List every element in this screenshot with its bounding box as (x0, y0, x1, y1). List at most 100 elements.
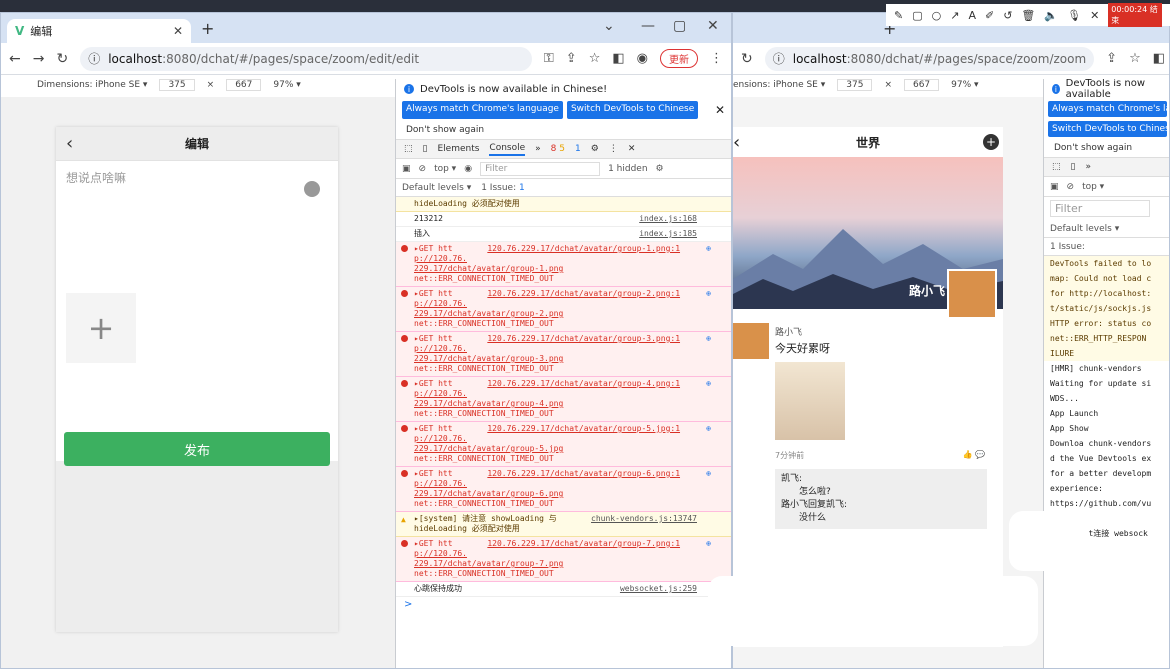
device-select[interactable]: ensions: iPhone SE ▾ (733, 80, 825, 90)
update-button[interactable]: 更新 (660, 49, 698, 68)
mic-icon[interactable]: 🎙 (1067, 9, 1081, 22)
context-select[interactable]: top ▾ (434, 164, 456, 174)
inspect-icon[interactable]: ⬚ (404, 144, 413, 154)
error-count[interactable]: 8 (551, 144, 557, 154)
comment-icon[interactable]: 💬 (975, 450, 985, 459)
address-bar-right[interactable]: ⓘ localhost:8080/dchat/#/pages/space/zoo… (764, 46, 1095, 71)
sidepanel-icon[interactable]: ◧ (1153, 51, 1165, 66)
post-avatar[interactable] (733, 323, 769, 359)
network-icon[interactable]: ⊕ (706, 539, 711, 549)
switch-chinese-button[interactable]: Switch DevTools to Chinese (566, 101, 699, 119)
levels-select[interactable]: Default levels ▾ (402, 183, 471, 193)
star-icon[interactable]: ☆ (1129, 51, 1141, 66)
close-notice-icon[interactable]: ✕ (715, 103, 725, 117)
back-icon[interactable]: ← (9, 51, 21, 67)
height-input[interactable]: 667 (903, 79, 940, 91)
levels-select[interactable]: Default levels ▾ (1044, 220, 1169, 238)
issues-link[interactable]: 1 Issue: (1044, 238, 1169, 256)
height-input[interactable]: 667 (226, 79, 262, 91)
marker-icon[interactable]: ✐ (985, 9, 994, 22)
info-count[interactable]: 1 (575, 144, 581, 154)
close-tab-icon[interactable]: ✕ (173, 24, 183, 38)
request-url-link[interactable]: 120.76.229.17/dchat/avatar/group-3.png:1 (487, 334, 680, 343)
speaker-icon[interactable]: 🔈 (1044, 9, 1058, 22)
zoom-select[interactable]: 97% ▾ (273, 80, 300, 90)
sidepanel-icon[interactable]: ◧ (612, 51, 624, 66)
star-icon[interactable]: ☆ (589, 51, 601, 66)
console-prompt[interactable]: > (396, 597, 731, 612)
rect-icon[interactable]: ▢ (912, 9, 922, 22)
issues-link[interactable]: 1 Issue: 1 (481, 183, 525, 193)
pen-icon[interactable]: ✎ (894, 9, 903, 22)
eye-icon[interactable]: ◉ (464, 164, 472, 174)
text-icon[interactable]: A (968, 9, 976, 22)
post-image[interactable] (775, 362, 845, 440)
address-bar[interactable]: ⓘ localhost:8080/dchat/#/pages/space/zoo… (80, 46, 532, 71)
add-image-button[interactable]: + (66, 293, 136, 363)
more-tabs[interactable]: » (1085, 162, 1091, 172)
request-url-link[interactable]: 120.76.229.17/dchat/avatar/group-6.png:1 (487, 469, 680, 478)
request-url-link[interactable]: 120.76.229.17/dchat/avatar/group-5.jpg:1 (487, 424, 680, 433)
minimize-icon[interactable]: — (641, 18, 655, 34)
match-language-button[interactable]: Always match Chrome's language (402, 101, 563, 119)
filter-input[interactable]: Filter (480, 161, 601, 176)
arrow-icon[interactable]: ↗ (950, 9, 959, 22)
trash-icon[interactable]: 🗑 (1021, 9, 1035, 22)
close-devtools-icon[interactable]: ✕ (628, 144, 636, 154)
back-arrow-icon[interactable]: ‹ (733, 132, 740, 153)
tab-console[interactable]: Console (489, 143, 526, 156)
like-icon[interactable]: 👍 (963, 450, 973, 459)
warning-count[interactable]: 5 (559, 144, 565, 154)
source-link[interactable]: index.js:168 (639, 214, 697, 224)
reload-icon[interactable]: ↻ (56, 51, 68, 67)
filter-input[interactable]: Filter (1050, 200, 1150, 217)
settings-icon[interactable]: ⚙ (591, 144, 599, 154)
profile-icon[interactable]: ◉ (637, 51, 648, 66)
match-language-button[interactable]: Always match Chrome's lang (1048, 101, 1167, 117)
dont-show-again-link[interactable]: Don't show again (396, 121, 731, 139)
request-url-link[interactable]: 120.76.229.17/dchat/avatar/group-4.png:1 (487, 379, 680, 388)
request-url-link[interactable]: 120.76.229.17/dchat/avatar/group-7.png:1 (487, 539, 680, 548)
source-link[interactable]: websocket.js:259 (620, 584, 697, 594)
more-tabs[interactable]: » (535, 144, 541, 154)
source-link[interactable]: chunk-vendors.js:13747 (591, 514, 697, 524)
maximize-icon[interactable]: ▢ (673, 18, 686, 34)
dont-show-again-link[interactable]: Don't show again (1044, 139, 1169, 157)
network-icon[interactable]: ⊕ (706, 379, 711, 389)
device-toggle-icon[interactable]: ▯ (1071, 162, 1076, 172)
zoom-select[interactable]: 97% ▾ (951, 80, 978, 90)
tab-elements[interactable]: Elements (437, 144, 479, 154)
reload-icon[interactable]: ↻ (741, 51, 753, 67)
clear-console-icon[interactable]: ⊘ (419, 164, 427, 174)
clear-console-icon[interactable]: ⊘ (1067, 182, 1075, 192)
request-url-link[interactable]: 120.76.229.17/dchat/avatar/group-2.png:1 (487, 289, 680, 298)
request-url-link[interactable]: 120.76.229.17/dchat/avatar/group-1.png:1 (487, 244, 680, 253)
width-input[interactable]: 375 (837, 79, 873, 91)
circle-icon[interactable]: ○ (932, 9, 942, 22)
sidebar-toggle-icon[interactable]: ▣ (402, 164, 411, 174)
window-close-icon[interactable]: ✕ (707, 18, 719, 34)
devtools-menu-icon[interactable]: ⋮ (609, 144, 618, 154)
menu-icon[interactable]: ⋮ (710, 51, 723, 66)
width-input[interactable]: 375 (159, 79, 195, 91)
add-post-icon[interactable]: + (983, 134, 999, 150)
browser-tab[interactable]: V 编辑 ✕ (7, 19, 191, 43)
undo-icon[interactable]: ↺ (1003, 9, 1012, 22)
context-select[interactable]: top ▾ (1082, 182, 1104, 192)
device-toggle-icon[interactable]: ▯ (423, 144, 428, 154)
source-link[interactable]: index.js:185 (639, 229, 697, 239)
new-tab-icon[interactable]: + (201, 19, 214, 38)
network-icon[interactable]: ⊕ (706, 289, 711, 299)
share-icon[interactable]: ⇪ (1106, 51, 1117, 66)
share-icon[interactable]: ⇪ (566, 51, 577, 66)
network-icon[interactable]: ⊕ (706, 469, 711, 479)
network-icon[interactable]: ⊕ (706, 424, 711, 434)
forward-icon[interactable]: → (33, 51, 45, 67)
publish-button[interactable]: 发布 (64, 432, 330, 466)
close-icon[interactable]: ✕ (1090, 9, 1099, 22)
network-icon[interactable]: ⊕ (706, 334, 711, 344)
record-stop-button[interactable]: 00:00:24 结束 (1108, 3, 1162, 27)
key-icon[interactable]: ⚿ (544, 51, 554, 66)
network-icon[interactable]: ⊕ (706, 244, 711, 254)
back-arrow-icon[interactable]: ‹ (66, 133, 73, 154)
